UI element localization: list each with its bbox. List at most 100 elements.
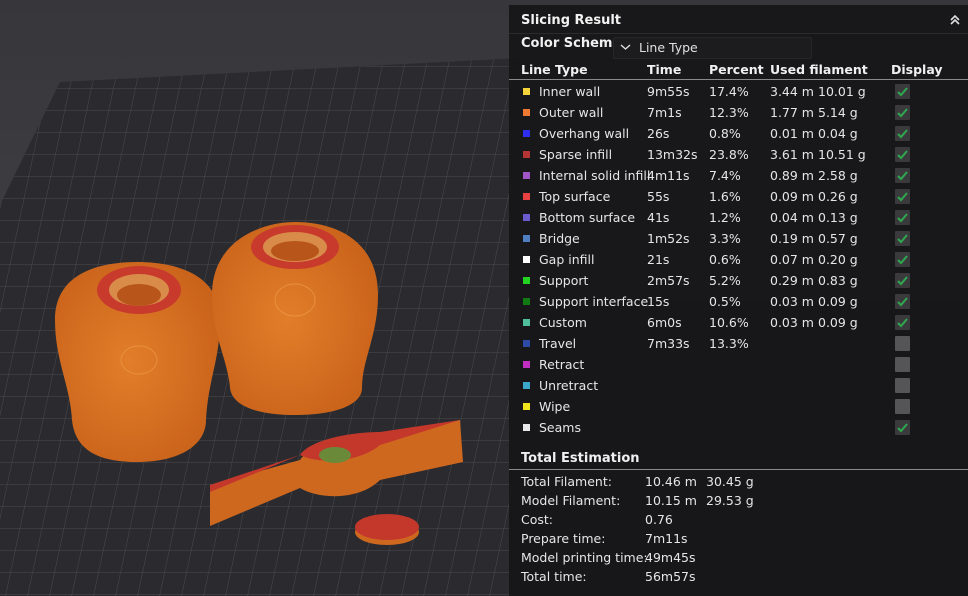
column-header-used-filament: Used filament — [770, 62, 868, 77]
line-type-name: Seams — [539, 420, 581, 435]
total-estimation-row: Total Filament: 10.46 m 30.45 g — [509, 474, 968, 493]
line-type-row: Gap infill 21s 0.6% 0.07 m 0.20 g — [509, 250, 968, 271]
used-filament-weight: 0.04 g — [818, 126, 858, 141]
line-type-time: 13m32s — [647, 147, 698, 162]
display-checkbox[interactable] — [895, 315, 910, 330]
checkbox-check-icon — [897, 108, 908, 118]
checkbox-check-icon — [897, 150, 908, 160]
line-type-name: Travel — [539, 336, 577, 351]
checkbox-check-icon — [897, 129, 908, 139]
used-filament-weight: 0.20 g — [818, 252, 858, 267]
display-checkbox[interactable] — [895, 168, 910, 183]
line-type-time: 21s — [647, 252, 670, 267]
line-type-time: 9m55s — [647, 84, 690, 99]
display-checkbox[interactable] — [895, 399, 910, 414]
line-type-row: Retract — [509, 355, 968, 376]
color-swatch — [523, 382, 530, 389]
display-checkbox[interactable] — [895, 147, 910, 162]
model-disc[interactable] — [355, 514, 419, 545]
display-checkbox[interactable] — [895, 189, 910, 204]
used-filament-length: 3.61 m — [770, 147, 814, 162]
display-checkbox[interactable] — [895, 420, 910, 435]
checkbox-check-icon — [897, 297, 908, 307]
display-checkbox[interactable] — [895, 336, 910, 351]
checkbox-check-icon — [897, 171, 908, 181]
display-checkbox[interactable] — [895, 273, 910, 288]
color-swatch — [523, 277, 530, 284]
display-checkbox[interactable] — [895, 252, 910, 267]
color-swatch — [523, 298, 530, 305]
display-checkbox[interactable] — [895, 231, 910, 246]
line-type-name: Gap infill — [539, 252, 595, 267]
line-type-percent: 23.8% — [709, 147, 749, 162]
used-filament-weight: 10.51 g — [818, 147, 866, 162]
used-filament-weight: 10.01 g — [818, 84, 866, 99]
line-type-time: 7m1s — [647, 105, 682, 120]
checkbox-check-icon — [897, 276, 908, 286]
line-type-name: Overhang wall — [539, 126, 630, 141]
used-filament-weight: 2.58 g — [818, 168, 858, 183]
line-type-time: 6m0s — [647, 315, 682, 330]
line-type-row: Support interface 15s 0.5% 0.03 m 0.09 g — [509, 292, 968, 313]
line-type-row: Overhang wall 26s 0.8% 0.01 m 0.04 g — [509, 124, 968, 145]
total-value: 10.46 m — [645, 474, 697, 489]
collapse-up-icon[interactable] — [948, 13, 962, 27]
line-type-percent: 3.3% — [709, 231, 741, 246]
color-swatch — [523, 130, 530, 137]
checkbox-check-icon — [897, 423, 908, 433]
total-value: 56m57s — [645, 569, 696, 584]
column-header-percent: Percent — [709, 62, 764, 77]
total-label: Model Filament: — [521, 493, 621, 508]
line-type-row: Sparse infill 13m32s 23.8% 3.61 m 10.51 g — [509, 145, 968, 166]
used-filament-length: 3.44 m — [770, 84, 814, 99]
slicing-result-panel: Slicing Result Color Scheme Line Type Li… — [509, 5, 968, 596]
total-estimation-title: Total Estimation — [521, 451, 640, 466]
line-type-row: Custom 6m0s 10.6% 0.03 m 0.09 g — [509, 313, 968, 334]
display-checkbox[interactable] — [895, 378, 910, 393]
display-checkbox[interactable] — [895, 105, 910, 120]
model-cup-right[interactable] — [212, 222, 378, 415]
total-label: Prepare time: — [521, 531, 606, 546]
line-type-name: Top surface — [539, 189, 611, 204]
divider — [509, 469, 968, 470]
divider — [509, 33, 968, 34]
line-type-percent: 7.4% — [709, 168, 741, 183]
used-filament-weight: 0.09 g — [818, 315, 858, 330]
line-type-percent: 0.5% — [709, 294, 741, 309]
total-value: 0.76 — [645, 512, 673, 527]
used-filament-length: 0.29 m — [770, 273, 814, 288]
line-type-row: Wipe — [509, 397, 968, 418]
color-scheme-value: Line Type — [639, 40, 698, 55]
line-type-time: 4m11s — [647, 168, 690, 183]
line-type-percent: 1.6% — [709, 189, 741, 204]
display-checkbox[interactable] — [895, 126, 910, 141]
used-filament-weight: 0.83 g — [818, 273, 858, 288]
color-swatch — [523, 172, 530, 179]
color-swatch — [523, 340, 530, 347]
display-checkbox[interactable] — [895, 357, 910, 372]
total-value: 7m11s — [645, 531, 688, 546]
total-label: Cost: — [521, 512, 554, 527]
color-scheme-select[interactable]: Line Type — [613, 37, 812, 59]
line-type-percent: 1.2% — [709, 210, 741, 225]
line-type-percent: 17.4% — [709, 84, 749, 99]
total-label: Total time: — [521, 569, 587, 584]
display-checkbox[interactable] — [895, 294, 910, 309]
color-scheme-label: Color Scheme — [521, 36, 622, 51]
line-type-name: Outer wall — [539, 105, 604, 120]
used-filament-length: 0.04 m — [770, 210, 814, 225]
line-type-name: Bridge — [539, 231, 580, 246]
total-label: Total Filament: — [521, 474, 612, 489]
total-value-secondary: 29.53 g — [706, 493, 754, 508]
line-type-row: Seams — [509, 418, 968, 439]
total-estimation-row: Model Filament: 10.15 m 29.53 g — [509, 493, 968, 512]
total-value-secondary: 30.45 g — [706, 474, 754, 489]
column-header-line-type: Line Type — [521, 62, 588, 77]
checkbox-check-icon — [897, 318, 908, 328]
used-filament-length: 0.03 m — [770, 315, 814, 330]
model-cup-left[interactable] — [55, 262, 220, 462]
display-checkbox[interactable] — [895, 210, 910, 225]
line-type-name: Support — [539, 273, 589, 288]
display-checkbox[interactable] — [895, 84, 910, 99]
line-type-row: Support 2m57s 5.2% 0.29 m 0.83 g — [509, 271, 968, 292]
